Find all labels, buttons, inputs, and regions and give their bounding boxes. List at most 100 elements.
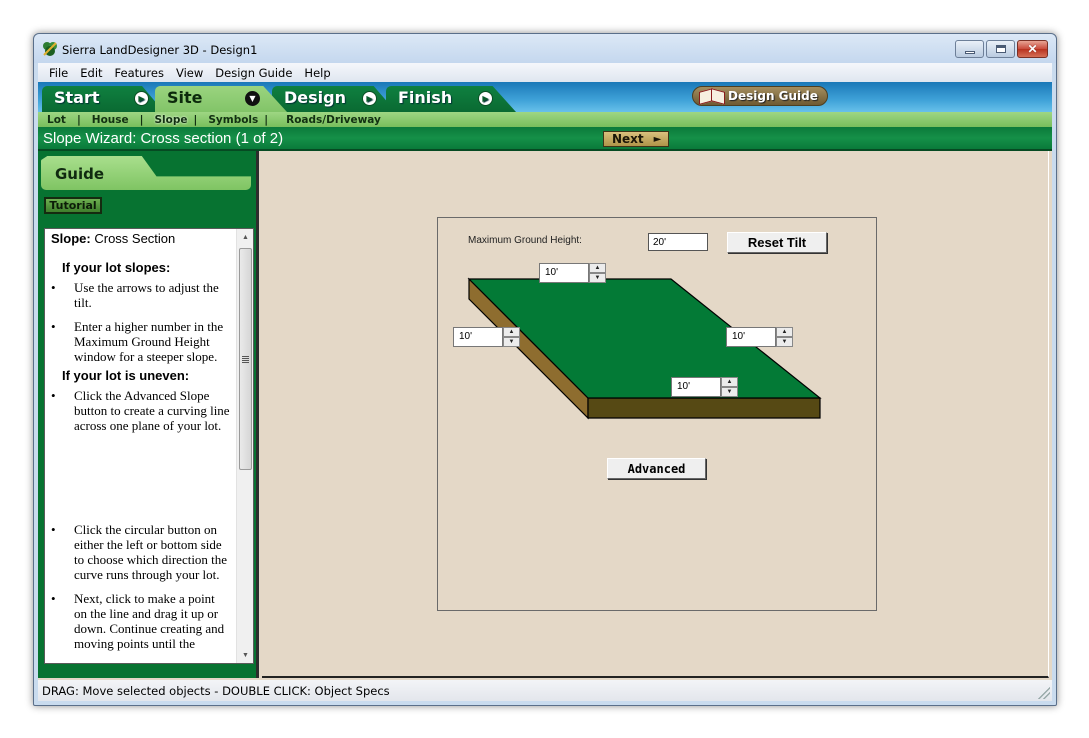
max-ground-height-input[interactable]: 20' xyxy=(648,233,708,251)
tab-finish-label: Finish xyxy=(398,88,453,107)
book-icon xyxy=(699,89,725,103)
design-guide-label: Design Guide xyxy=(728,89,818,103)
scroll-thumb[interactable] xyxy=(239,248,252,470)
site-subnav: Lot | House | Slope | Symbols | Roads/Dr… xyxy=(38,112,1052,127)
next-label: Next xyxy=(612,132,644,146)
corner-height-bottom-spinner: 10' ▲ ▼ xyxy=(671,377,738,397)
corner-height-top-input[interactable]: 10' xyxy=(539,263,589,283)
app-window: Sierra LandDesigner 3D - Design1 ✕ File … xyxy=(33,33,1057,706)
status-text: DRAG: Move selected objects - DOUBLE CLI… xyxy=(42,683,390,698)
bullet-icon: • xyxy=(51,319,56,334)
corner-height-right-input[interactable]: 10' xyxy=(726,327,776,347)
bullet-icon: • xyxy=(51,522,56,537)
spin-down-icon[interactable]: ▼ xyxy=(589,273,606,283)
advanced-slope-button[interactable]: Advanced xyxy=(607,458,706,479)
wizard-bar: Slope Wizard: Cross section (1 of 2) Nex… xyxy=(38,127,1052,151)
menu-edit[interactable]: Edit xyxy=(74,66,108,80)
spin-down-icon[interactable]: ▼ xyxy=(776,337,793,347)
tab-site-label: Site xyxy=(167,88,203,107)
guide-content: Slope: Cross Section If your lot slopes:… xyxy=(44,228,254,664)
subnav-house[interactable]: House xyxy=(90,114,131,126)
guide-tab: Guide xyxy=(41,156,251,190)
lot-side-front xyxy=(587,397,821,419)
dropdown-arrow-icon: ▼ xyxy=(245,91,260,106)
guide-bullet: • Use the arrows to adjust the tilt. xyxy=(51,280,231,310)
scroll-up-icon[interactable]: ▲ xyxy=(237,229,253,245)
subnav-symbols[interactable]: Symbols xyxy=(206,114,260,126)
subnav-separator: | xyxy=(139,113,144,126)
scroll-down-icon[interactable]: ▼ xyxy=(237,647,253,663)
menu-view[interactable]: View xyxy=(170,66,209,80)
guide-heading: Slope: Cross Section xyxy=(51,231,231,246)
guide-heading-title: Cross Section xyxy=(90,231,176,246)
guide-bullet: • Click the Advanced Slope button to cre… xyxy=(51,388,231,433)
spin-up-icon[interactable]: ▲ xyxy=(776,327,793,337)
reset-tilt-button[interactable]: Reset Tilt xyxy=(727,232,827,253)
window-title: Sierra LandDesigner 3D - Design1 xyxy=(62,43,258,57)
corner-height-left-spinner: 10' ▲ ▼ xyxy=(453,327,520,347)
corner-height-top-spinner: 10' ▲ ▼ xyxy=(539,263,606,283)
next-button[interactable]: Next ► xyxy=(603,131,669,147)
subnav-roads-driveway[interactable]: Roads/Driveway xyxy=(284,114,383,126)
subnav-slope[interactable]: Slope xyxy=(152,114,189,126)
status-bar: DRAG: Move selected objects - DOUBLE CLI… xyxy=(38,680,1052,701)
slope-editor-frame: Maximum Ground Height: 20' Reset Tilt 10… xyxy=(437,217,877,611)
tab-design[interactable]: Design ▶ xyxy=(272,86,396,112)
lot-slab-3d[interactable] xyxy=(438,218,878,612)
subnav-lot[interactable]: Lot xyxy=(45,114,68,126)
menu-file[interactable]: File xyxy=(43,66,74,80)
corner-height-left-input[interactable]: 10' xyxy=(453,327,503,347)
play-arrow-icon: ▶ xyxy=(478,91,493,106)
corner-height-right-spinner: 10' ▲ ▼ xyxy=(726,327,793,347)
subnav-separator: | xyxy=(264,113,269,126)
maximize-button[interactable] xyxy=(986,40,1015,58)
tab-site[interactable]: Site ▼ xyxy=(155,86,287,112)
minimize-button[interactable] xyxy=(955,40,984,58)
guide-text: Slope: Cross Section If your lot slopes:… xyxy=(45,229,237,660)
play-arrow-icon: ▶ xyxy=(134,91,149,106)
guide-bullet-text: Enter a higher number in the Maximum Gro… xyxy=(74,319,224,364)
app-logo-icon xyxy=(43,42,57,56)
workflow-tab-bar: Start ▶ Site ▼ Design ▶ Finish ▶ Design … xyxy=(38,82,1052,112)
menu-bar: File Edit Features View Design Guide Hel… xyxy=(38,63,1052,82)
guide-bullet-text: Click the Advanced Slope button to creat… xyxy=(74,388,230,433)
close-button[interactable]: ✕ xyxy=(1017,40,1048,58)
slope-workspace: Maximum Ground Height: 20' Reset Tilt 10… xyxy=(262,151,1049,678)
spin-down-icon[interactable]: ▼ xyxy=(503,337,520,347)
guide-bullet-text: Use the arrows to adjust the tilt. xyxy=(74,280,219,310)
menu-design-guide[interactable]: Design Guide xyxy=(209,66,298,80)
tutorial-button[interactable]: Tutorial xyxy=(44,197,102,214)
maximize-icon xyxy=(995,45,1006,53)
tab-start[interactable]: Start ▶ xyxy=(42,86,164,112)
tab-finish[interactable]: Finish ▶ xyxy=(386,86,516,112)
tab-start-label: Start xyxy=(54,88,100,107)
menu-features[interactable]: Features xyxy=(109,66,170,80)
grip-icon xyxy=(242,355,249,363)
title-bar[interactable]: Sierra LandDesigner 3D - Design1 ✕ xyxy=(34,34,1056,63)
guide-bullet-text: Next, click to make a point on the line … xyxy=(74,591,225,651)
guide-tab-label: Guide xyxy=(55,165,105,183)
guide-bullet-text: Click the circular button on either the … xyxy=(74,522,228,582)
resize-grip-icon[interactable] xyxy=(1038,687,1050,699)
guide-panel: Guide Tutorial Slope: Cross Section If y… xyxy=(38,151,259,678)
guide-bullet: • Enter a higher number in the Maximum G… xyxy=(51,319,231,364)
guide-section-title: If your lot is uneven: xyxy=(62,368,190,383)
next-arrow-icon: ► xyxy=(653,133,662,145)
bullet-icon: • xyxy=(51,280,56,295)
design-guide-button[interactable]: Design Guide xyxy=(692,86,828,106)
max-ground-height-label: Maximum Ground Height: xyxy=(468,235,582,246)
subnav-separator: | xyxy=(76,113,81,126)
spin-down-icon[interactable]: ▼ xyxy=(721,387,738,397)
spin-up-icon[interactable]: ▲ xyxy=(589,263,606,273)
guide-spacer xyxy=(51,442,231,522)
spin-up-icon[interactable]: ▲ xyxy=(721,377,738,387)
guide-heading-topic: Slope: xyxy=(51,231,91,246)
spin-up-icon[interactable]: ▲ xyxy=(503,327,520,337)
tab-design-label: Design xyxy=(284,88,346,107)
tutorial-label: Tutorial xyxy=(49,199,97,212)
minimize-icon xyxy=(964,50,975,54)
guide-bullet: • Next, click to make a point on the lin… xyxy=(51,591,231,651)
menu-help[interactable]: Help xyxy=(298,66,336,80)
guide-scrollbar[interactable]: ▲ ▼ xyxy=(236,229,253,663)
corner-height-bottom-input[interactable]: 10' xyxy=(671,377,721,397)
